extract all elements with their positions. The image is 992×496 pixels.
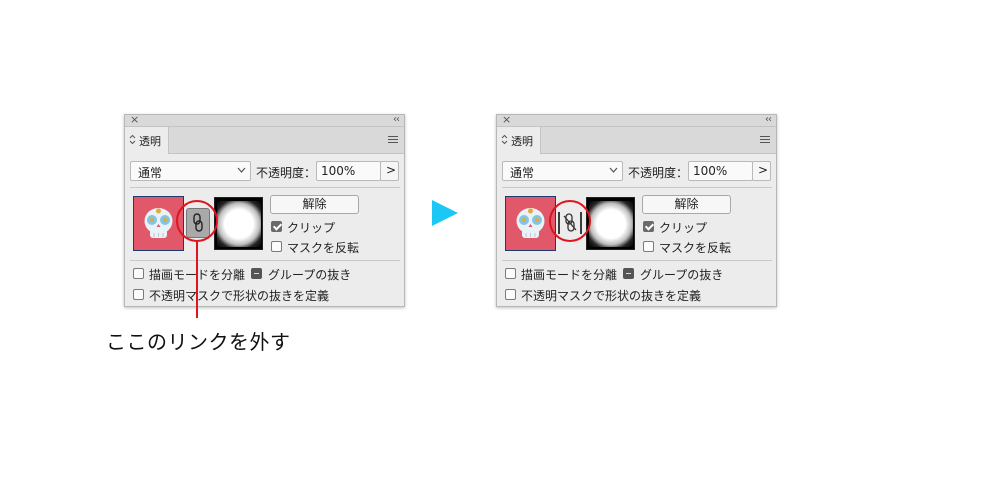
close-icon[interactable]: × bbox=[502, 113, 511, 127]
collapse-icon[interactable]: ‹‹ bbox=[765, 113, 772, 127]
tab-label: 透明 bbox=[511, 135, 533, 148]
opacity-slider-button[interactable]: > bbox=[752, 161, 771, 181]
opacity-define-knockout-checkbox[interactable] bbox=[505, 289, 516, 300]
highlight-circle bbox=[176, 200, 218, 242]
chevron-down-icon bbox=[609, 164, 618, 179]
callout-text: ここのリンクを外す bbox=[106, 330, 291, 354]
opacity-label: 不透明度： bbox=[628, 166, 689, 180]
blend-mode-select[interactable]: 通常 bbox=[502, 161, 623, 181]
divider bbox=[130, 260, 400, 261]
clip-label: クリップ bbox=[287, 221, 336, 235]
opacity-define-knockout-label: 不透明マスクで形状の抜きを定義 bbox=[149, 289, 330, 303]
transparency-panel-before: × ‹‹ 透明 通常 不透明度： 100% > 解除 クリップ マスクを反転 グ… bbox=[124, 113, 405, 307]
close-icon[interactable]: × bbox=[130, 113, 139, 127]
skull-art-icon bbox=[144, 208, 173, 238]
mask-gradient bbox=[217, 201, 261, 247]
skull-art-icon bbox=[516, 208, 545, 238]
panel-titlebar: × ‹‹ bbox=[497, 113, 776, 127]
release-button[interactable]: 解除 bbox=[270, 195, 359, 214]
panel-tab-row: 透明 bbox=[125, 127, 404, 154]
invert-mask-checkbox[interactable] bbox=[271, 241, 282, 252]
tab-expand-icon[interactable] bbox=[501, 134, 508, 146]
opacity-slider-button[interactable]: > bbox=[380, 161, 399, 181]
tab-expand-icon[interactable] bbox=[129, 134, 136, 146]
clip-checkbox[interactable] bbox=[271, 221, 282, 232]
clip-checkbox[interactable] bbox=[643, 221, 654, 232]
panel-menu-icon[interactable] bbox=[388, 136, 398, 145]
tab-transparency[interactable]: 透明 bbox=[125, 127, 169, 154]
mask-gradient bbox=[589, 201, 633, 247]
knockout-group-checkbox[interactable] bbox=[623, 268, 634, 279]
chevron-right-icon: > bbox=[758, 163, 769, 177]
blend-mode-select[interactable]: 通常 bbox=[130, 161, 251, 181]
divider bbox=[502, 187, 772, 188]
opacity-input[interactable]: 100% bbox=[316, 161, 381, 181]
isolate-blending-label: 描画モードを分離 bbox=[521, 268, 618, 282]
blend-mode-value: 通常 bbox=[138, 166, 163, 180]
opacity-define-knockout-label: 不透明マスクで形状の抜きを定義 bbox=[521, 289, 702, 303]
opacity-value: 100% bbox=[321, 164, 356, 178]
arrow-right-icon bbox=[432, 200, 458, 226]
tab-transparency[interactable]: 透明 bbox=[497, 127, 541, 154]
release-button[interactable]: 解除 bbox=[642, 195, 731, 214]
opacity-define-knockout-checkbox[interactable] bbox=[133, 289, 144, 300]
knockout-group-checkbox[interactable] bbox=[251, 268, 262, 279]
knockout-group-label: グループの抜き bbox=[268, 268, 352, 282]
isolate-blending-checkbox[interactable] bbox=[505, 268, 516, 279]
collapse-icon[interactable]: ‹‹ bbox=[393, 113, 400, 127]
transparency-panel-after: × ‹‹ 透明 通常 不透明度： 100% > 解除 クリップ マスクを反転 描… bbox=[496, 113, 777, 307]
mask-thumbnail[interactable] bbox=[214, 197, 263, 250]
highlight-circle bbox=[549, 200, 591, 242]
invert-mask-label: マスクを反転 bbox=[287, 241, 360, 255]
opacity-input[interactable]: 100% bbox=[688, 161, 753, 181]
opacity-value: 100% bbox=[693, 164, 728, 178]
isolate-blending-checkbox[interactable] bbox=[133, 268, 144, 279]
mask-thumbnail[interactable] bbox=[586, 197, 635, 250]
panel-menu-icon[interactable] bbox=[760, 136, 770, 145]
invert-mask-label: マスクを反転 bbox=[659, 241, 732, 255]
chevron-right-icon: > bbox=[386, 163, 397, 177]
divider bbox=[502, 260, 772, 261]
artwork-thumbnail[interactable] bbox=[505, 196, 556, 251]
chevron-down-icon bbox=[237, 164, 246, 179]
callout-line bbox=[196, 240, 198, 318]
opacity-label: 不透明度： bbox=[256, 166, 317, 180]
knockout-group-label: グループの抜き bbox=[640, 268, 724, 282]
invert-mask-checkbox[interactable] bbox=[643, 241, 654, 252]
tab-label: 透明 bbox=[139, 135, 161, 148]
panel-tab-row: 透明 bbox=[497, 127, 776, 154]
blend-mode-value: 通常 bbox=[510, 166, 535, 180]
panel-titlebar: × ‹‹ bbox=[125, 113, 404, 127]
divider bbox=[130, 187, 400, 188]
clip-label: クリップ bbox=[659, 221, 708, 235]
